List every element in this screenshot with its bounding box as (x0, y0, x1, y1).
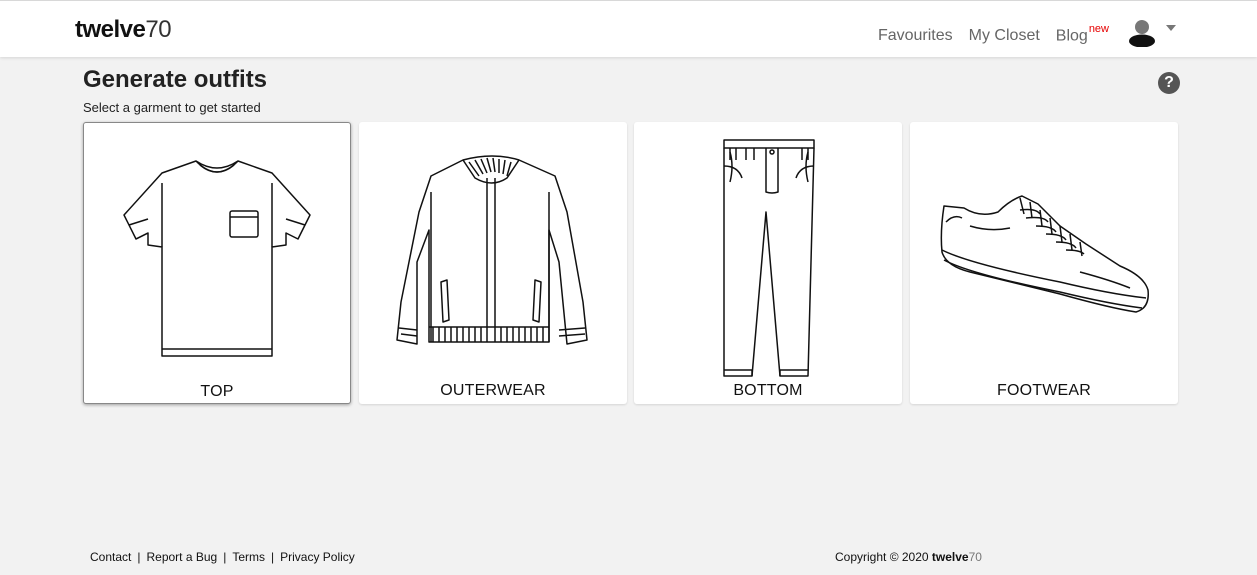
footer: Contact | Report a Bug | Terms | Privacy… (0, 548, 1257, 575)
nav-links: Favourites My Closet Blognew (878, 23, 1109, 45)
sneaker-icon (940, 195, 1149, 313)
garment-card-label: TOP (200, 383, 234, 400)
nav-favourites-link[interactable]: Favourites (878, 27, 953, 45)
nav-blog-label: Blog (1055, 27, 1088, 45)
help-icon[interactable]: ? (1158, 72, 1180, 94)
garment-card-bottom[interactable]: BOTTOM (634, 122, 902, 404)
nav-blog-link[interactable]: Blognew (1055, 23, 1109, 45)
copyright-brand-bold: twelve (931, 550, 969, 564)
top-navbar: twelve70 Favourites My Closet Blognew (0, 0, 1257, 57)
nav-my-closet-link[interactable]: My Closet (969, 27, 1040, 45)
pants-icon (723, 139, 815, 377)
footer-privacy-link[interactable]: Privacy Policy (280, 550, 355, 564)
footer-contact-link[interactable]: Contact (90, 550, 131, 564)
footer-separator: | (271, 550, 275, 564)
garment-card-top[interactable]: TOP (83, 122, 351, 404)
footer-separator: | (223, 550, 227, 564)
jacket-icon (396, 155, 588, 345)
page-subtitle: Select a garment to get started (83, 100, 261, 115)
brand-logo[interactable]: twelve70 (75, 16, 172, 44)
footer-terms-link[interactable]: Terms (232, 550, 265, 564)
account-dropdown-caret-icon[interactable] (1166, 25, 1176, 31)
footer-report-bug-link[interactable]: Report a Bug (146, 550, 217, 564)
copyright-brand-thin: 70 (968, 550, 982, 564)
user-avatar-icon[interactable] (1127, 17, 1157, 47)
new-badge: new (1088, 23, 1109, 35)
tshirt-icon (123, 160, 311, 357)
garment-card-label: BOTTOM (733, 382, 803, 399)
footer-separator: | (137, 550, 141, 564)
page-title: Generate outfits (83, 66, 268, 93)
logo-text-bold: twelve (75, 16, 146, 43)
garment-card-footwear[interactable]: FOOTWEAR (910, 122, 1178, 404)
garment-card-label: FOOTWEAR (996, 382, 1092, 399)
footer-links: Contact | Report a Bug | Terms | Privacy… (90, 550, 355, 564)
copyright-text: Copyright © 2020 (835, 550, 932, 564)
garment-card-outerwear[interactable]: OUTERWEAR (359, 122, 627, 404)
logo-text-thin: 70 (145, 16, 172, 43)
garment-card-label: OUTERWEAR (440, 382, 546, 399)
copyright-notice: Copyright © 2020 twelve70 (835, 550, 982, 564)
